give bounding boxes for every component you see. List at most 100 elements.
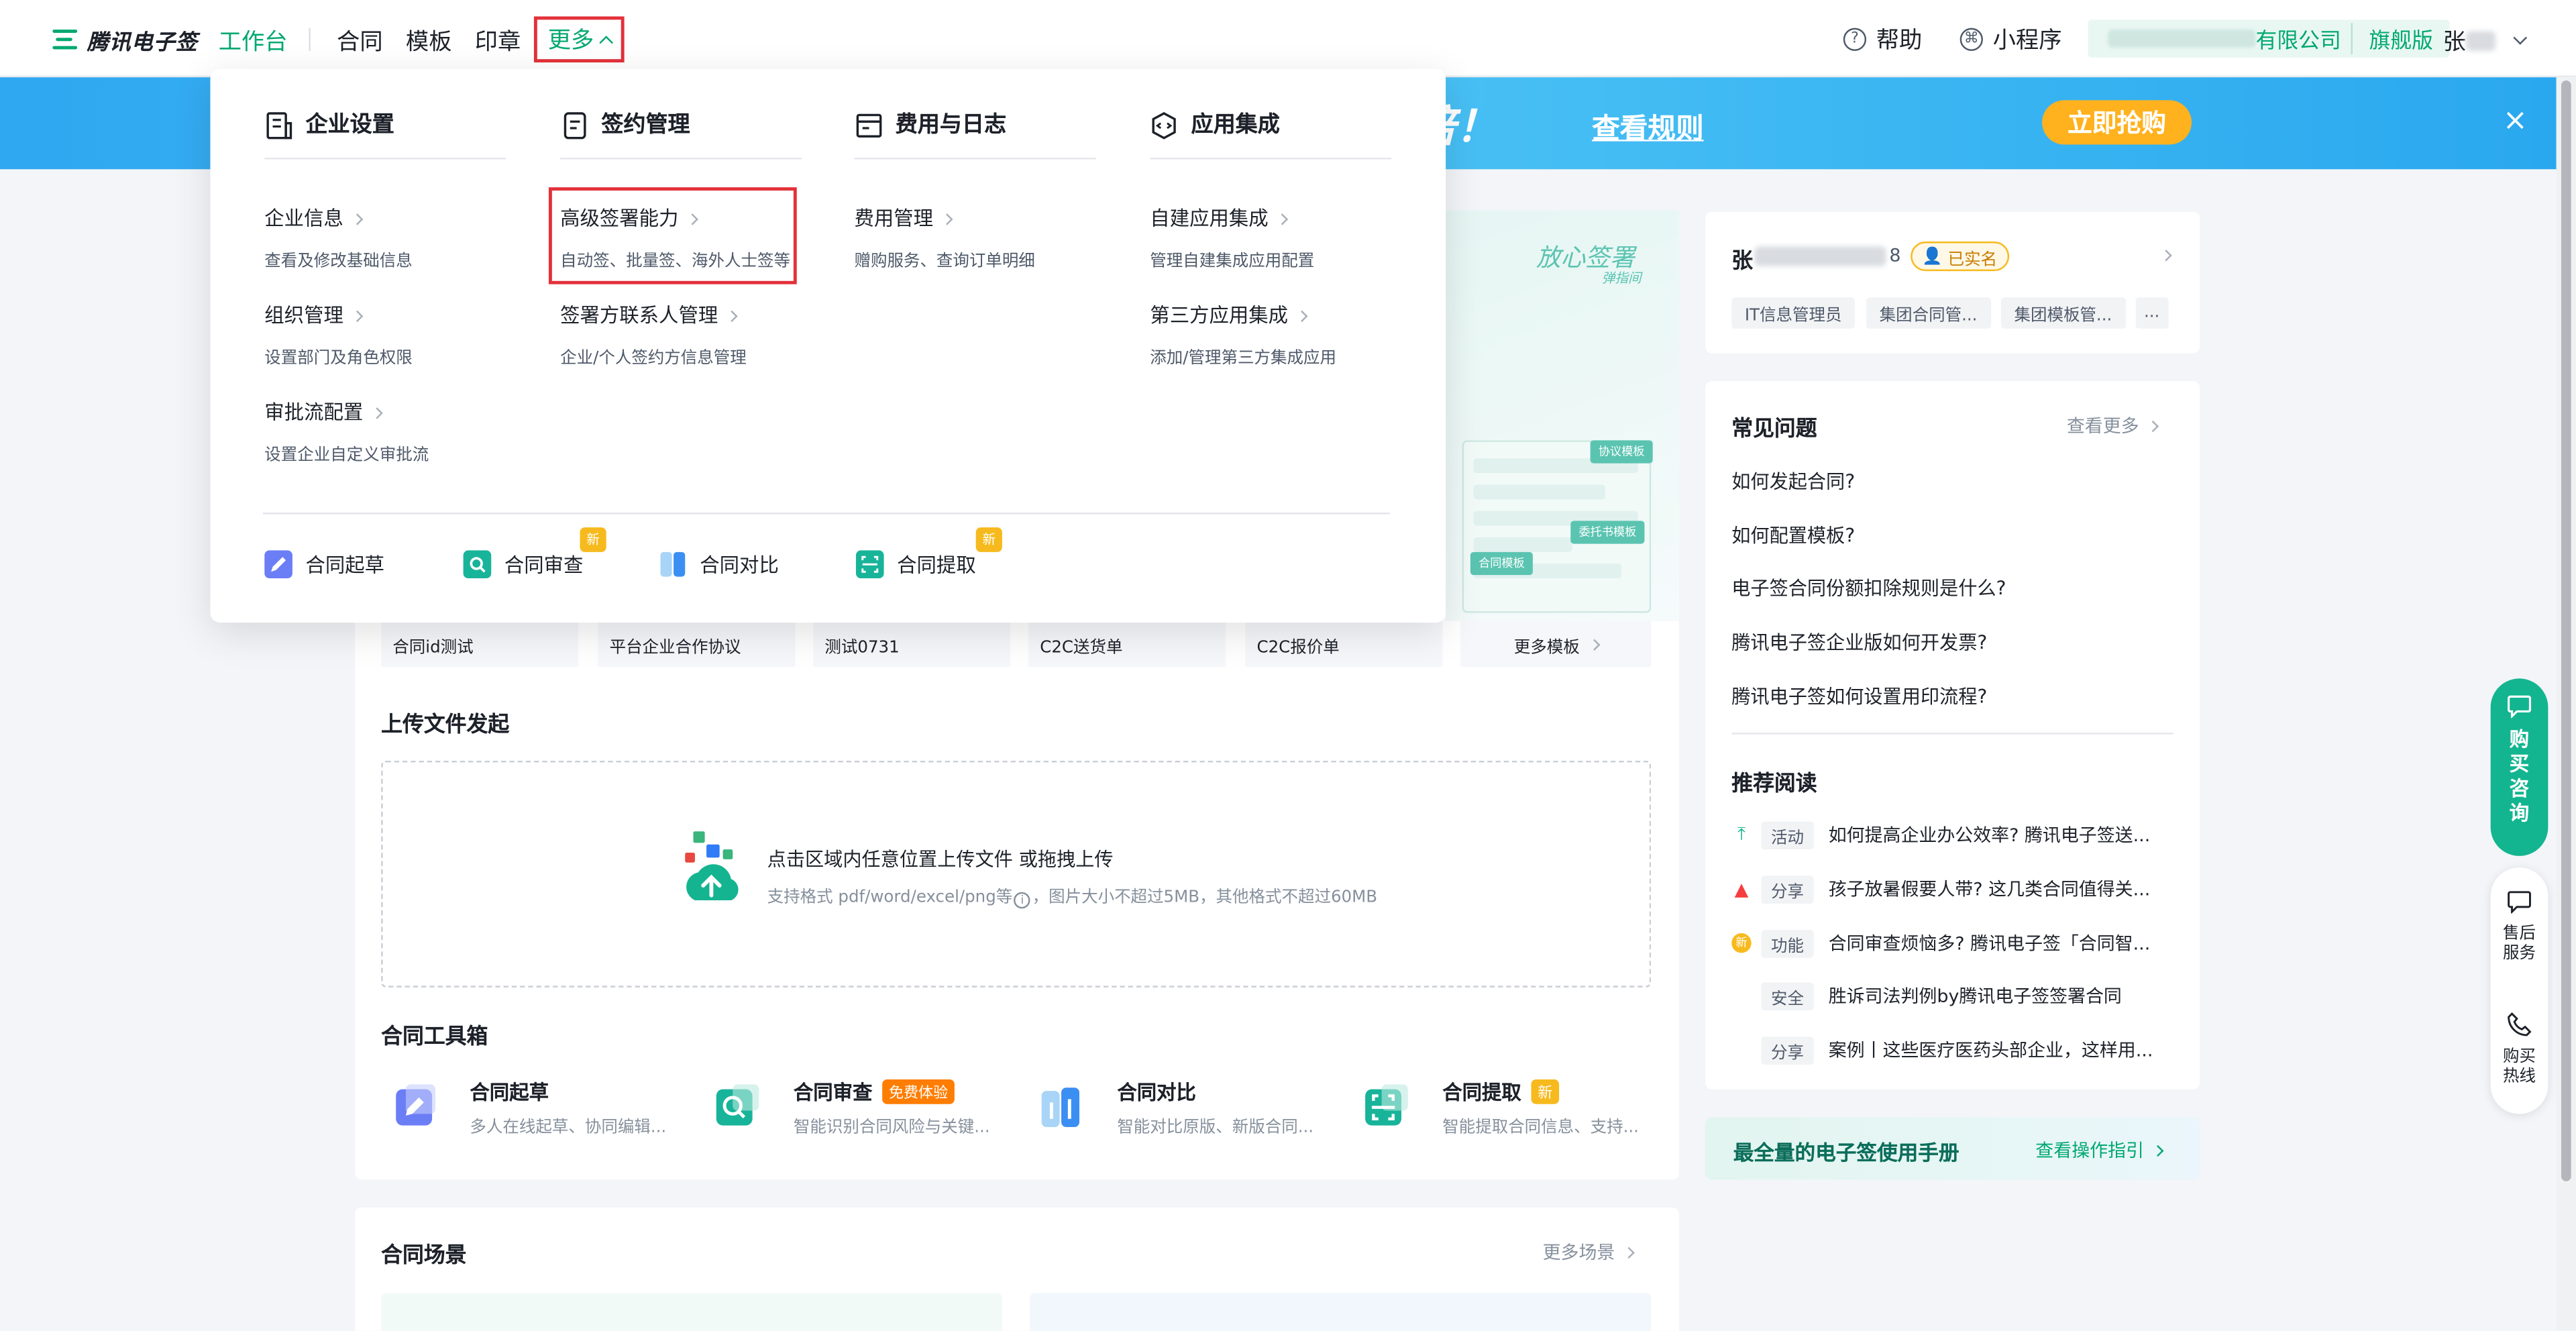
dd-item-custom-integration[interactable]: 自建应用集成 管理自建集成应用配置 [1150, 204, 1314, 272]
nav-contract[interactable]: 合同 [337, 25, 383, 58]
dd-tool-draft[interactable]: 合同起草 [264, 547, 384, 580]
toolbox-extract-desc: 智能提取合同信息、支持... [1442, 1118, 1639, 1137]
reading-tag: 安全 [1761, 981, 1814, 1010]
toolbox-extract-name: 合同提取新 [1442, 1078, 1560, 1106]
manual-link[interactable]: 查看操作指引 [2035, 1137, 2164, 1163]
faq-item[interactable]: 如何配置模板? [1731, 523, 1855, 549]
help-icon: ? [1843, 28, 1867, 51]
close-icon[interactable]: × [2502, 106, 2528, 136]
signing-management-icon [560, 112, 588, 140]
dd-item-title: 费用管理 [854, 207, 934, 230]
reading-item[interactable]: 新 功能 合同审查烦恼多? 腾讯电子签「合同智... [1731, 928, 2150, 958]
reading-text: 案例丨这些医疗医药头部企业，这样用... [1828, 1040, 2153, 1062]
more-templates-button[interactable]: 更多模板 [1460, 621, 1652, 668]
toolbox-compare-name: 合同对比 [1117, 1081, 1196, 1104]
faq-item[interactable]: 腾讯电子签企业版如何开发票? [1731, 629, 1987, 655]
reading-item[interactable]: ⤒ 活动 如何提高企业办公效率? 腾讯电子签送... [1731, 820, 2150, 849]
pen-icon [264, 549, 292, 578]
integration-icon [1150, 112, 1178, 140]
dd-item-billing[interactable]: 费用管理 赠购服务、查询订单明细 [854, 204, 1035, 272]
manual-banner[interactable]: 最全量的电子签使用手册 查看操作指引 [1705, 1117, 2200, 1180]
dd-item-enterprise-info[interactable]: 企业信息 查看及修改基础信息 [264, 204, 412, 272]
upload-dropzone[interactable]: 点击区域内任意位置上传文件 或拖拽上传 支持格式 pdf/word/excel/… [381, 760, 1652, 988]
dd-item-advanced-signing[interactable]: 高级签署能力 自动签、批量签、海外人士签等 [560, 204, 790, 272]
reading-item[interactable]: 分享 案例丨这些医疗医药头部企业，这样用... [1731, 1035, 2153, 1065]
info-icon[interactable]: i [1014, 892, 1031, 909]
profile-phone-tail: 8 [1889, 244, 1901, 266]
toolbox-review-desc: 智能识别合同风险与关键... [793, 1118, 990, 1137]
purchase-consult-button[interactable]: 购买咨询 [2490, 678, 2548, 856]
dd-tool-review[interactable]: 合同审查 [463, 547, 583, 580]
template-item[interactable]: C2C送货单 [1028, 621, 1226, 668]
banner-rule-link[interactable]: 查看规则 [1592, 105, 1704, 146]
dd-item-title: 高级签署能力 [560, 207, 679, 230]
dd-item-contact-management[interactable]: 签署方联系人管理 企业/个人签约方信息管理 [560, 301, 747, 368]
reading-text: 孩子放暑假要人带? 这几类合同值得关... [1828, 879, 2151, 901]
banner-cta-button[interactable]: 立即抢购 [2042, 100, 2192, 145]
chevron-right-icon [371, 407, 383, 419]
reading-item[interactable]: ▲ 分享 孩子放暑假要人带? 这几类合同值得关... [1731, 874, 2150, 904]
dd-col-billing-header: 费用与日志 [854, 112, 1096, 160]
more-scenes-link[interactable]: 更多场景 [1543, 1239, 1635, 1265]
logo-icon [52, 28, 78, 50]
faq-item[interactable]: 电子签合同份额扣除规则是什么? [1731, 575, 2006, 601]
new-badge: 新 [580, 527, 606, 552]
chevron-right-icon [686, 213, 698, 225]
user-menu[interactable]: 张 [2443, 25, 2528, 58]
nav-template[interactable]: 模板 [406, 25, 452, 58]
nav-more-button[interactable]: 更多 [533, 16, 625, 63]
nav-workbench[interactable]: 工作台 [219, 25, 288, 58]
toolbox-draft[interactable]: 合同起草 多人在线起草、协同编辑... [389, 1078, 685, 1144]
dd-item-title: 企业信息 [264, 207, 343, 230]
dd-tool-extract[interactable]: 合同提取 [855, 547, 976, 580]
page-scrollbar[interactable] [2556, 77, 2576, 1331]
company-switcher[interactable]: 有限公司 旗舰版 [2088, 19, 2450, 58]
dd-item-title: 第三方应用集成 [1150, 304, 1289, 327]
toolbox-compare[interactable]: 合同对比 智能对比原版、新版合同... [1036, 1078, 1332, 1144]
dd-tool-compare[interactable]: 合同对比 [659, 547, 779, 580]
toolbox-review-name: 合同审查 免费体验 [794, 1078, 955, 1106]
template-item[interactable]: 平台企业合作协议 [598, 621, 796, 668]
faq-more-label: 查看更多 [2066, 415, 2139, 437]
logo[interactable]: 腾讯电子签 [52, 23, 198, 56]
role-tag-more[interactable]: ... [2135, 297, 2168, 329]
reading-tag: 功能 [1761, 928, 1814, 957]
scene-tile[interactable] [381, 1293, 1002, 1331]
chevron-right-icon [726, 310, 738, 323]
dd-item-desc: 设置企业自定义审批流 [264, 447, 429, 466]
template-item[interactable]: 测试0731 [813, 621, 1011, 668]
faq-item[interactable]: 如何发起合同? [1731, 468, 1855, 494]
profile-card[interactable] [1705, 211, 2200, 354]
faq-item[interactable]: 腾讯电子签如何设置用印流程? [1731, 684, 1987, 710]
message-icon [2508, 891, 2531, 914]
template-item[interactable]: 合同id测试 [381, 621, 579, 668]
toolbox-extract[interactable]: 合同提取新 智能提取合同信息、支持... [1362, 1078, 1658, 1144]
reading-tag: 分享 [1761, 875, 1814, 903]
dd-item-title: 审批流配置 [264, 401, 364, 424]
nav-seal[interactable]: 印章 [475, 25, 521, 58]
dd-item-third-party-integration[interactable]: 第三方应用集成 添加/管理第三方集成应用 [1150, 301, 1336, 368]
dd-item-title: 组织管理 [264, 304, 343, 327]
upload-main-text: 点击区域内任意位置上传文件 或拖拽上传 [767, 847, 1114, 871]
reading-tag: 分享 [1761, 1036, 1814, 1064]
chevron-right-icon [352, 213, 364, 225]
scene-tile[interactable] [1030, 1293, 1652, 1331]
profile-name: 张 [1731, 250, 1754, 274]
illustration-tag: 合同模板 [1470, 551, 1533, 576]
scrollbar-thumb[interactable] [2561, 81, 2571, 1181]
help-link[interactable]: ? 帮助 [1843, 23, 1922, 56]
verified-label: 已实名 [1947, 250, 1998, 269]
after-sales-button[interactable]: 售后服务 [2491, 890, 2548, 964]
hotline-button[interactable]: 购买热线 [2491, 1012, 2548, 1088]
upload-format-text: 支持格式 pdf/word/excel/png等 [767, 888, 1013, 907]
more-dropdown-menu: 企业设置 签约管理 费用与日志 应用集成 企业信息 查看及修改基础信息 组织管理… [210, 68, 1446, 623]
toolbox-review[interactable]: 合同审查 免费体验 智能识别合同风险与关键... [713, 1078, 1009, 1144]
miniapp-link[interactable]: ⌘ 小程序 [1960, 23, 2061, 56]
chevron-right-icon [2147, 420, 2159, 433]
dd-item-desc: 赠购服务、查询订单明细 [854, 253, 1035, 272]
faq-more-link[interactable]: 查看更多 [2066, 413, 2159, 439]
dd-item-approval-flow[interactable]: 审批流配置 设置企业自定义审批流 [264, 398, 429, 466]
reading-item[interactable]: 安全 胜诉司法判例by腾讯电子签签署合同 [1731, 981, 2122, 1010]
template-item[interactable]: C2C报价单 [1245, 621, 1443, 668]
dd-item-org-management[interactable]: 组织管理 设置部门及角色权限 [264, 301, 412, 368]
